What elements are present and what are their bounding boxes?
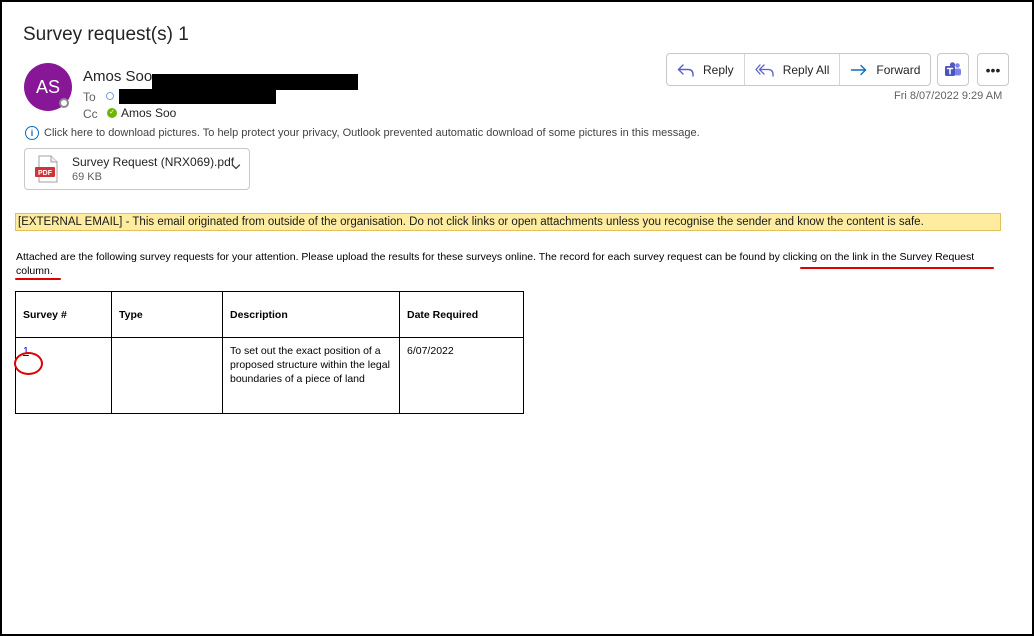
sent-datetime: Fri 8/07/2022 9:29 AM [894,90,1003,102]
forward-icon [851,64,867,75]
description-cell: To set out the exact position of a propo… [222,337,400,414]
table-header-row: Survey # Type Description Date Required [15,291,524,338]
column-header-description: Description [222,291,400,338]
attachment-name: Survey Request (NRX069).pdf [72,155,235,169]
column-header-date-required: Date Required [399,291,524,338]
chevron-down-icon[interactable] [231,161,241,175]
available-check-icon: ✓ [107,108,117,118]
reply-label: Reply [703,62,734,77]
survey-number-cell: 1 [15,337,112,414]
cc-recipient[interactable]: Amos Soo [121,106,176,120]
reply-all-icon [755,63,774,77]
reply-button[interactable]: Reply [667,54,745,85]
cc-label: Cc [83,107,98,121]
survey-table: Survey # Type Description Date Required … [15,291,524,414]
forward-label: Forward [876,62,921,77]
email-reading-pane: Survey request(s) 1 AS Amos Soo To Cc ✓ … [0,0,1034,636]
external-email-banner: [EXTERNAL EMAIL] - This email originated… [15,213,1001,231]
forward-button[interactable]: Forward [840,54,930,85]
pdf-icon: PDF [35,155,58,183]
attachment-size: 69 KB [72,171,102,183]
redaction-bar [152,74,358,90]
reply-icon [677,63,694,77]
email-subject: Survey request(s) 1 [23,24,189,45]
teams-icon [945,61,961,76]
reply-all-label: Reply All [782,62,830,77]
message-actions: Reply Reply All Forward [666,53,932,86]
annotation-circle [14,352,43,375]
sender-name[interactable]: Amos Soo [83,68,152,85]
email-body-text: Attached are the following survey reques… [16,251,975,277]
more-icon: ••• [985,61,1001,78]
more-actions-button[interactable]: ••• [977,53,1009,86]
reply-all-button[interactable]: Reply All [745,54,841,85]
column-header-survey: Survey # [15,291,112,338]
column-header-type: Type [111,291,223,338]
presence-status-icon [59,98,69,108]
date-required-cell: 6/07/2022 [399,337,524,414]
to-label: To [83,90,96,104]
teams-button[interactable] [937,53,969,86]
download-pictures-notice[interactable]: Click here to download pictures. To help… [44,127,700,139]
type-cell [111,337,223,414]
attachment-card[interactable]: PDF Survey Request (NRX069).pdf 69 KB [24,148,250,190]
redaction-bar [119,89,276,104]
annotation-underline [800,267,994,269]
table-row: 1 To set out the exact position of a pro… [15,337,524,414]
annotation-underline [15,278,61,280]
info-icon: i [25,126,39,140]
pdf-icon-label: PDF [38,170,53,177]
recipient-status-icon [106,92,114,100]
